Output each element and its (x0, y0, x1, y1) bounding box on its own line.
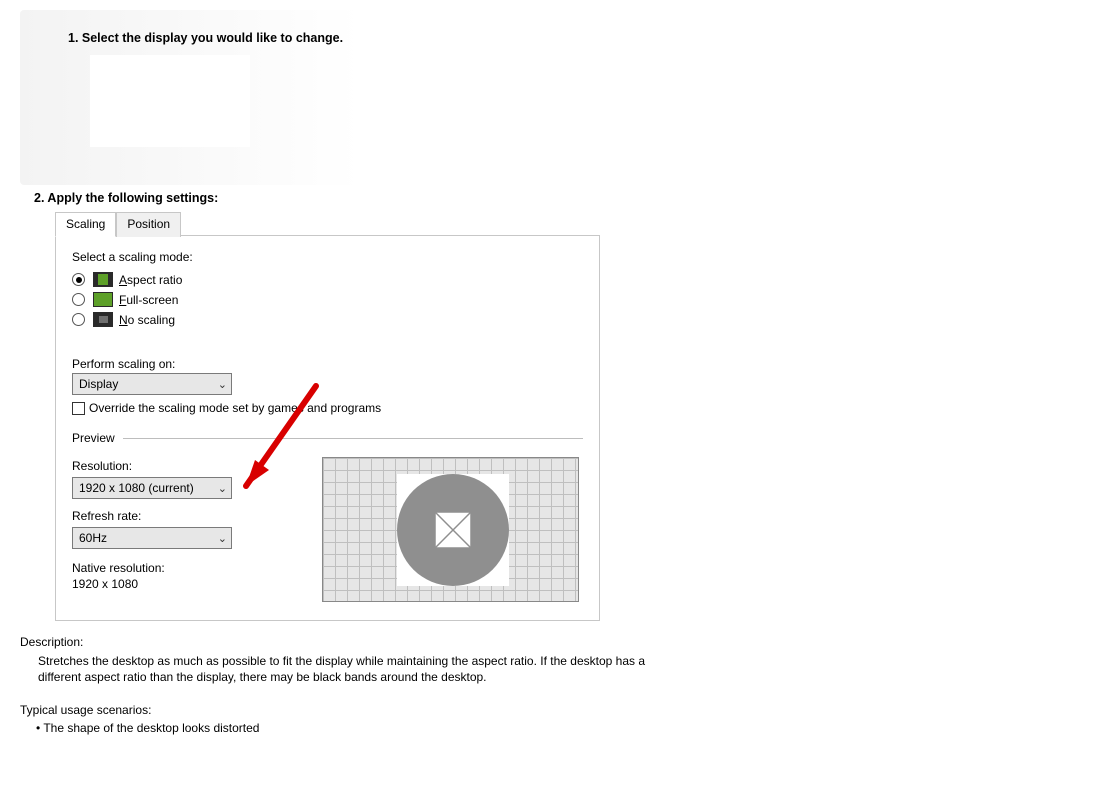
preview-section-label: Preview (72, 431, 115, 445)
radio-icon[interactable] (72, 293, 85, 306)
native-resolution-label: Native resolution: (72, 561, 272, 575)
override-label: Override the scaling mode set by games a… (89, 401, 381, 415)
radio-icon[interactable] (72, 273, 85, 286)
scaling-mode-no-scaling[interactable]: No scaling (72, 312, 583, 327)
scaling-mode-label-noscale: No scaling (119, 313, 175, 327)
scaling-mode-full-screen[interactable]: Full-screen (72, 292, 583, 307)
scenarios-title: Typical usage scenarios: (20, 703, 1107, 717)
scaling-mode-group: Aspect ratio Full-screen No scaling (72, 272, 583, 327)
refresh-rate-value: 60Hz (79, 531, 107, 545)
perform-scaling-label: Perform scaling on: (72, 357, 583, 371)
chevron-down-icon: ⌄ (218, 378, 227, 391)
scaling-mode-aspect-ratio[interactable]: Aspect ratio (72, 272, 583, 287)
chevron-down-icon: ⌄ (218, 482, 227, 495)
chevron-down-icon: ⌄ (218, 532, 227, 545)
step-2-title: 2. Apply the following settings: (34, 191, 1107, 205)
aspect-ratio-icon (93, 272, 113, 287)
scaling-mode-label-aspect: Aspect ratio (119, 273, 182, 287)
perform-scaling-select[interactable]: Display ⌄ (72, 373, 232, 395)
settings-panel: Scaling Position Select a scaling mode: … (55, 235, 600, 621)
perform-scaling-value: Display (79, 377, 118, 391)
display-settings-page: 1. Select the display you would like to … (0, 0, 1117, 735)
description-title: Description: (20, 635, 1107, 649)
display-picker-area: 1. Select the display you would like to … (20, 10, 640, 185)
no-scaling-icon (93, 312, 113, 327)
scenarios-section: Typical usage scenarios: The shape of th… (20, 703, 1107, 735)
scaling-tab-body: Select a scaling mode: Aspect ratio Full… (56, 236, 599, 620)
scaling-mode-label-full: Full-screen (119, 293, 178, 307)
description-section: Description: Stretches the desktop as mu… (20, 635, 1107, 685)
tab-scaling[interactable]: Scaling (55, 212, 116, 237)
resolution-value: 1920 x 1080 (current) (79, 481, 194, 495)
full-screen-icon (93, 292, 113, 307)
scenario-item: The shape of the desktop looks distorted (36, 721, 1107, 735)
resolution-label: Resolution: (72, 459, 272, 473)
display-thumbnail[interactable] (90, 55, 250, 147)
description-text: Stretches the desktop as much as possibl… (38, 653, 678, 685)
step-1-title: 1. Select the display you would like to … (68, 31, 343, 45)
scaling-mode-label: Select a scaling mode: (72, 250, 583, 264)
native-resolution-value: 1920 x 1080 (72, 577, 272, 591)
refresh-rate-label: Refresh rate: (72, 509, 272, 523)
radio-icon[interactable] (72, 313, 85, 326)
tab-position[interactable]: Position (116, 212, 181, 237)
resolution-select[interactable]: 1920 x 1080 (current) ⌄ (72, 477, 232, 499)
override-checkbox[interactable] (72, 402, 85, 415)
preview-image (322, 457, 579, 602)
override-checkbox-row[interactable]: Override the scaling mode set by games a… (72, 401, 583, 415)
tab-strip: Scaling Position (55, 211, 181, 236)
divider (123, 438, 583, 439)
refresh-rate-select[interactable]: 60Hz ⌄ (72, 527, 232, 549)
